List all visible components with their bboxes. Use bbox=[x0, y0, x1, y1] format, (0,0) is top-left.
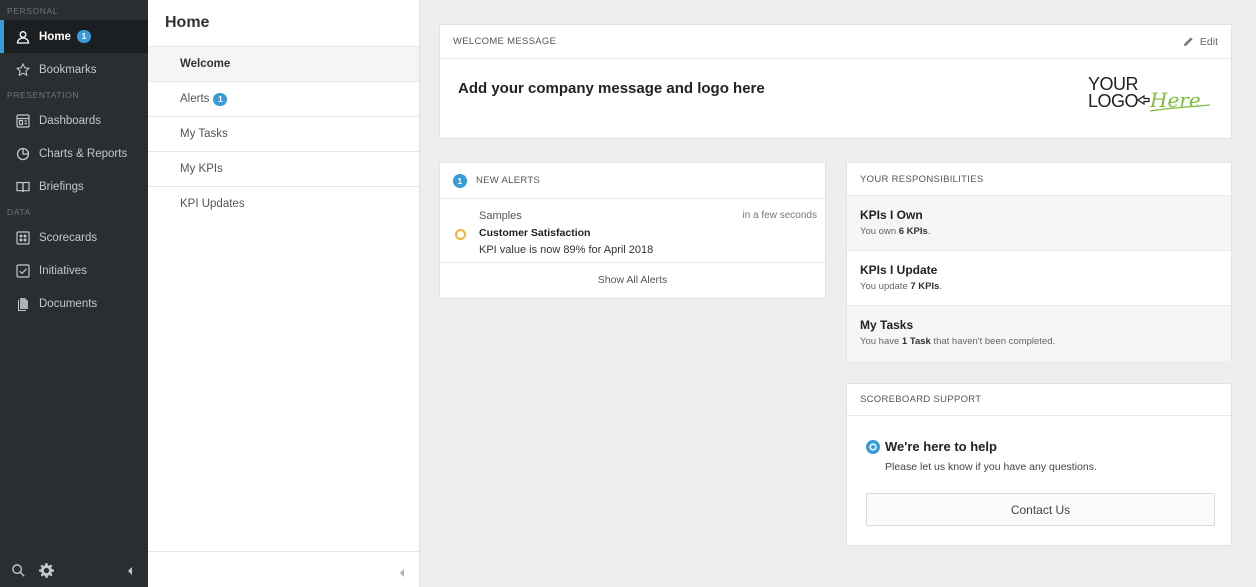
documents-icon bbox=[16, 297, 30, 311]
responsibility-title: My Tasks bbox=[860, 318, 914, 332]
subnav-footer bbox=[148, 551, 419, 587]
main-sidebar: PERSONAL Home 1 Bookmarks PRESENTATION D… bbox=[0, 0, 148, 587]
sidebar-item-home[interactable]: Home 1 bbox=[0, 20, 148, 53]
card-header: WELCOME MESSAGE Edit bbox=[440, 25, 1231, 59]
responsibilities-card: YOUR RESPONSIBILITIES KPIs I Own You own… bbox=[846, 162, 1232, 361]
alert-description: KPI value is now 89% for April 2018 bbox=[479, 244, 654, 256]
responsibility-kpis-own[interactable]: KPIs I Own You own 6 KPIs. bbox=[847, 196, 1231, 251]
card-title: YOUR RESPONSIBILITIES bbox=[860, 173, 984, 185]
book-icon bbox=[16, 180, 30, 194]
responsibility-kpis-update[interactable]: KPIs I Update You update 7 KPIs. bbox=[847, 251, 1231, 306]
sidebar-section-personal: PERSONAL bbox=[7, 6, 59, 16]
responsibility-my-tasks[interactable]: My Tasks You have 1 Task that haven't be… bbox=[847, 306, 1231, 361]
alert-source: Samples bbox=[479, 210, 522, 222]
notification-badge: 1 bbox=[76, 30, 91, 43]
search-icon[interactable] bbox=[10, 562, 26, 578]
scoreboard-support-card: SCOREBOARD SUPPORT We're here to help Pl… bbox=[846, 383, 1232, 546]
checkbox-icon bbox=[16, 263, 30, 278]
alert-title: Customer Satisfaction bbox=[479, 227, 591, 239]
sidebar-footer bbox=[0, 553, 148, 587]
edit-label: Edit bbox=[1199, 35, 1218, 48]
card-header: 1 NEW ALERTS bbox=[440, 163, 825, 199]
sidebar-item-scorecards[interactable]: Scorecards bbox=[0, 221, 148, 254]
subnav-item-my-kpis[interactable]: My KPIs bbox=[148, 151, 419, 186]
help-title-text: We're here to help bbox=[885, 439, 997, 454]
collapse-subnav-icon[interactable] bbox=[399, 566, 405, 577]
pie-chart-icon bbox=[16, 147, 30, 161]
sidebar-item-label: Dashboards bbox=[39, 114, 102, 127]
show-all-alerts-link[interactable]: Show All Alerts bbox=[440, 263, 825, 297]
alert-time: in a few seconds bbox=[742, 210, 818, 221]
card-title: WELCOME MESSAGE bbox=[453, 36, 557, 47]
collapse-sidebar-icon[interactable] bbox=[126, 565, 134, 575]
company-logo: YOUR LOGO Here bbox=[1088, 74, 1211, 112]
card-title: NEW ALERTS bbox=[476, 175, 541, 186]
subnav-item-kpi-updates[interactable]: KPI Updates bbox=[148, 186, 419, 221]
sidebar-item-label: Bookmarks bbox=[39, 63, 97, 76]
star-icon bbox=[16, 62, 30, 77]
sidebar-item-bookmarks[interactable]: Bookmarks bbox=[0, 53, 148, 86]
sidebar-item-label: Scorecards bbox=[39, 231, 98, 244]
sidebar-section-presentation: PRESENTATION bbox=[7, 90, 80, 100]
contact-us-button[interactable]: Contact Us bbox=[866, 493, 1215, 526]
subnav-title: Home bbox=[165, 14, 210, 31]
sidebar-item-label: Documents bbox=[39, 297, 98, 310]
responsibility-summary: You have 1 Task that haven't been comple… bbox=[860, 336, 1056, 347]
sidebar-item-briefings[interactable]: Briefings bbox=[0, 170, 148, 203]
sidebar-item-label: Charts & Reports bbox=[39, 147, 128, 160]
welcome-message-card: WELCOME MESSAGE Edit Add your company me… bbox=[439, 24, 1232, 139]
responsibility-summary: You update 7 KPIs. bbox=[860, 281, 943, 292]
dashboard-icon bbox=[16, 113, 30, 128]
status-ring-icon bbox=[455, 229, 466, 240]
card-title: SCOREBOARD SUPPORT bbox=[860, 394, 982, 405]
user-icon bbox=[16, 30, 30, 44]
welcome-message-text: Add your company message and logo here bbox=[458, 80, 765, 97]
responsibility-summary: You own 6 KPIs. bbox=[860, 226, 931, 237]
home-subnav: Home Welcome Alerts 1 My Tasks My KPIs K… bbox=[148, 0, 420, 587]
gear-icon[interactable] bbox=[38, 562, 54, 578]
card-header: SCOREBOARD SUPPORT bbox=[847, 384, 1231, 416]
notification-badge: 1 bbox=[213, 92, 228, 106]
subnav-item-alerts[interactable]: Alerts 1 bbox=[148, 81, 419, 116]
help-description: Please let us know if you have any quest… bbox=[885, 461, 1097, 473]
card-header: YOUR RESPONSIBILITIES bbox=[847, 163, 1231, 196]
edit-button[interactable]: Edit bbox=[1183, 36, 1218, 48]
responsibility-title: KPIs I Own bbox=[860, 208, 923, 222]
subnav-item-my-tasks[interactable]: My Tasks bbox=[148, 116, 419, 151]
sidebar-section-data: DATA bbox=[7, 207, 31, 217]
sidebar-item-initiatives[interactable]: Initiatives bbox=[0, 254, 148, 287]
help-title: We're here to help bbox=[866, 439, 997, 454]
logo-line2: LOGO bbox=[1088, 91, 1139, 111]
new-alerts-card: 1 NEW ALERTS Samples in a few seconds Cu… bbox=[439, 162, 826, 299]
subnav-item-label: Alerts bbox=[180, 93, 210, 105]
sidebar-item-dashboards[interactable]: Dashboards bbox=[0, 104, 148, 137]
sidebar-item-label: Briefings bbox=[39, 180, 84, 193]
pencil-icon bbox=[1183, 37, 1193, 47]
responsibility-title: KPIs I Update bbox=[860, 263, 938, 277]
sidebar-item-documents[interactable]: Documents bbox=[0, 287, 148, 320]
alert-count-badge: 1 bbox=[453, 173, 467, 188]
alert-item[interactable]: Samples in a few seconds Customer Satisf… bbox=[440, 199, 825, 263]
subnav-item-welcome[interactable]: Welcome bbox=[148, 46, 419, 81]
lifebuoy-icon bbox=[866, 439, 880, 454]
sidebar-item-charts-reports[interactable]: Charts & Reports bbox=[0, 137, 148, 170]
sidebar-item-label: Home bbox=[39, 30, 71, 43]
sidebar-item-label: Initiatives bbox=[39, 264, 87, 277]
scorecard-icon bbox=[16, 230, 30, 245]
